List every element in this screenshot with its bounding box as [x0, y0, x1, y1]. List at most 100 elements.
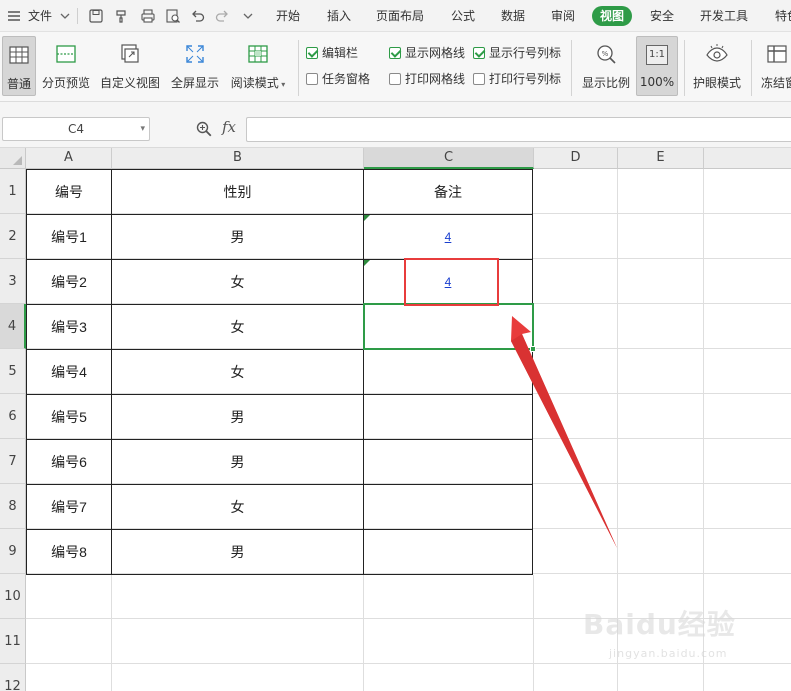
freeze-panes-icon — [765, 42, 789, 66]
cell-a9[interactable]: 编号8 — [27, 530, 111, 574]
row-header-2[interactable]: 2 — [0, 214, 26, 259]
cell-c9[interactable] — [364, 530, 532, 574]
cell-indicator-icon — [364, 215, 370, 221]
row-header-8[interactable]: 8 — [0, 484, 26, 529]
reading-mode-button[interactable]: 阅读模式 ▾ — [228, 36, 288, 96]
checkbox-unchecked-icon — [473, 73, 485, 85]
redo-icon[interactable] — [214, 8, 230, 24]
tab-home[interactable]: 开始 — [276, 0, 300, 32]
column-header-d[interactable]: D — [534, 148, 618, 169]
menu-bar: 文件 开始 插入 页面布局 公式 数据 审阅 视图 安全 开发工具 特色 — [0, 0, 791, 32]
row-header-12[interactable]: 12 — [0, 664, 26, 691]
save-icon[interactable] — [88, 8, 104, 24]
cell-c8[interactable] — [364, 485, 532, 529]
custom-view-button[interactable]: 自定义视图 — [98, 36, 162, 96]
tab-developer[interactable]: 开发工具 — [700, 0, 748, 32]
cell-a7[interactable]: 编号6 — [27, 440, 111, 484]
cell-b6[interactable]: 男 — [112, 395, 363, 439]
formula-input[interactable] — [246, 117, 791, 142]
formula-bar: C4 ▾ fx — [0, 102, 791, 148]
freeze-panes-button[interactable]: 冻结窗 — [757, 36, 791, 96]
name-box[interactable]: C4 ▾ — [2, 117, 150, 141]
cell-a3[interactable]: 编号2 — [27, 260, 111, 304]
cell-a5[interactable]: 编号4 — [27, 350, 111, 394]
freeze-panes-label: 冻结窗 — [761, 76, 791, 90]
cell-c6[interactable] — [364, 395, 532, 439]
row-header-3[interactable]: 3 — [0, 259, 26, 304]
row-header-4[interactable]: 4 — [0, 304, 26, 349]
column-header-b[interactable]: B — [112, 148, 364, 169]
cell-a2[interactable]: 编号1 — [27, 215, 111, 259]
eye-protection-label: 护眼模式 — [692, 76, 741, 90]
cell-a1[interactable]: 编号 — [27, 170, 111, 214]
tab-features[interactable]: 特色 — [775, 0, 791, 32]
row-header-10[interactable]: 10 — [0, 574, 26, 619]
row-header-5[interactable]: 5 — [0, 349, 26, 394]
column-header-f[interactable] — [704, 148, 791, 169]
tab-data[interactable]: 数据 — [501, 0, 525, 32]
tab-view[interactable]: 视图 — [592, 6, 633, 26]
cell-b5[interactable]: 女 — [112, 350, 363, 394]
cell-c1[interactable]: 备注 — [364, 170, 532, 214]
ribbon-toolbar: 普通 分页预览 自定义视图 全屏显示 阅读模式 ▾ 编辑栏 任务窗格 显示网格线 — [0, 32, 791, 102]
checkbox-checked-icon — [389, 47, 401, 59]
column-header-c[interactable]: C — [364, 148, 534, 169]
insert-function-button[interactable]: fx — [222, 118, 236, 136]
cell-a8[interactable]: 编号7 — [27, 485, 111, 529]
undo-icon[interactable] — [190, 8, 206, 24]
cell-b3[interactable]: 女 — [112, 260, 363, 304]
cell-b7[interactable]: 男 — [112, 440, 363, 484]
checkbox-checked-icon — [473, 47, 485, 59]
print-preview-icon[interactable] — [165, 8, 181, 24]
zoom-100-button[interactable]: 1:1 100% — [636, 36, 678, 96]
format-painter-icon[interactable] — [114, 8, 130, 24]
zoom-ratio-label: 显示比例 — [581, 76, 630, 90]
zoom-ratio-button[interactable]: % 显示比例 — [579, 36, 633, 96]
fullscreen-button[interactable]: 全屏显示 — [168, 36, 222, 96]
print-icon[interactable] — [140, 8, 156, 24]
column-header-a[interactable]: A — [26, 148, 112, 169]
eye-protection-button[interactable]: 护眼模式 — [690, 36, 744, 96]
menu-file[interactable]: 文件 — [28, 0, 52, 32]
tab-review[interactable]: 审阅 — [551, 0, 575, 32]
cell-b8[interactable]: 女 — [112, 485, 363, 529]
select-all-corner[interactable] — [0, 148, 26, 169]
customize-toolbar-icon[interactable] — [240, 8, 256, 24]
fill-handle[interactable] — [530, 346, 536, 352]
watermark-logo: Baidu经验 — [583, 608, 736, 641]
zoom-search-icon[interactable] — [195, 120, 213, 138]
tab-page-layout[interactable]: 页面布局 — [376, 0, 424, 32]
cell-b2[interactable]: 男 — [112, 215, 363, 259]
row-header-1[interactable]: 1 — [0, 169, 26, 214]
svg-text:%: % — [602, 50, 609, 58]
cell-a6[interactable]: 编号5 — [27, 395, 111, 439]
chevron-down-icon[interactable]: ▾ — [140, 118, 145, 140]
normal-view-button[interactable]: 普通 — [2, 36, 36, 96]
gridline — [363, 575, 364, 691]
tab-insert[interactable]: 插入 — [327, 0, 351, 32]
row-header-9[interactable]: 9 — [0, 529, 26, 574]
cell-a4[interactable]: 编号3 — [27, 305, 111, 349]
cell-b1[interactable]: 性别 — [112, 170, 363, 214]
reading-mode-label: 阅读模式 ▾ — [230, 76, 286, 90]
row-header-7[interactable]: 7 — [0, 439, 26, 484]
selected-cell-c4[interactable] — [363, 303, 534, 350]
cell-b9[interactable]: 男 — [112, 530, 363, 574]
hamburger-menu-icon[interactable] — [6, 8, 22, 24]
tab-security[interactable]: 安全 — [650, 0, 674, 32]
column-header-e[interactable]: E — [618, 148, 704, 169]
chevron-down-icon[interactable] — [57, 8, 73, 24]
normal-view-icon — [7, 43, 31, 67]
page-break-preview-icon — [54, 42, 78, 66]
cell-b4[interactable]: 女 — [112, 305, 363, 349]
ribbon-separator — [751, 40, 752, 96]
page-break-preview-button[interactable]: 分页预览 — [40, 36, 92, 96]
cell-c7[interactable] — [364, 440, 532, 484]
cell-c5[interactable] — [364, 350, 532, 394]
row-header-11[interactable]: 11 — [0, 619, 26, 664]
row-header-6[interactable]: 6 — [0, 394, 26, 439]
fullscreen-label: 全屏显示 — [170, 76, 219, 90]
cell-c2-link[interactable]: 4 — [364, 215, 532, 259]
spreadsheet-grid[interactable]: A B C D E 1 2 3 4 5 6 7 8 9 10 11 12 编号 … — [0, 148, 791, 691]
tab-formulas[interactable]: 公式 — [451, 0, 475, 32]
